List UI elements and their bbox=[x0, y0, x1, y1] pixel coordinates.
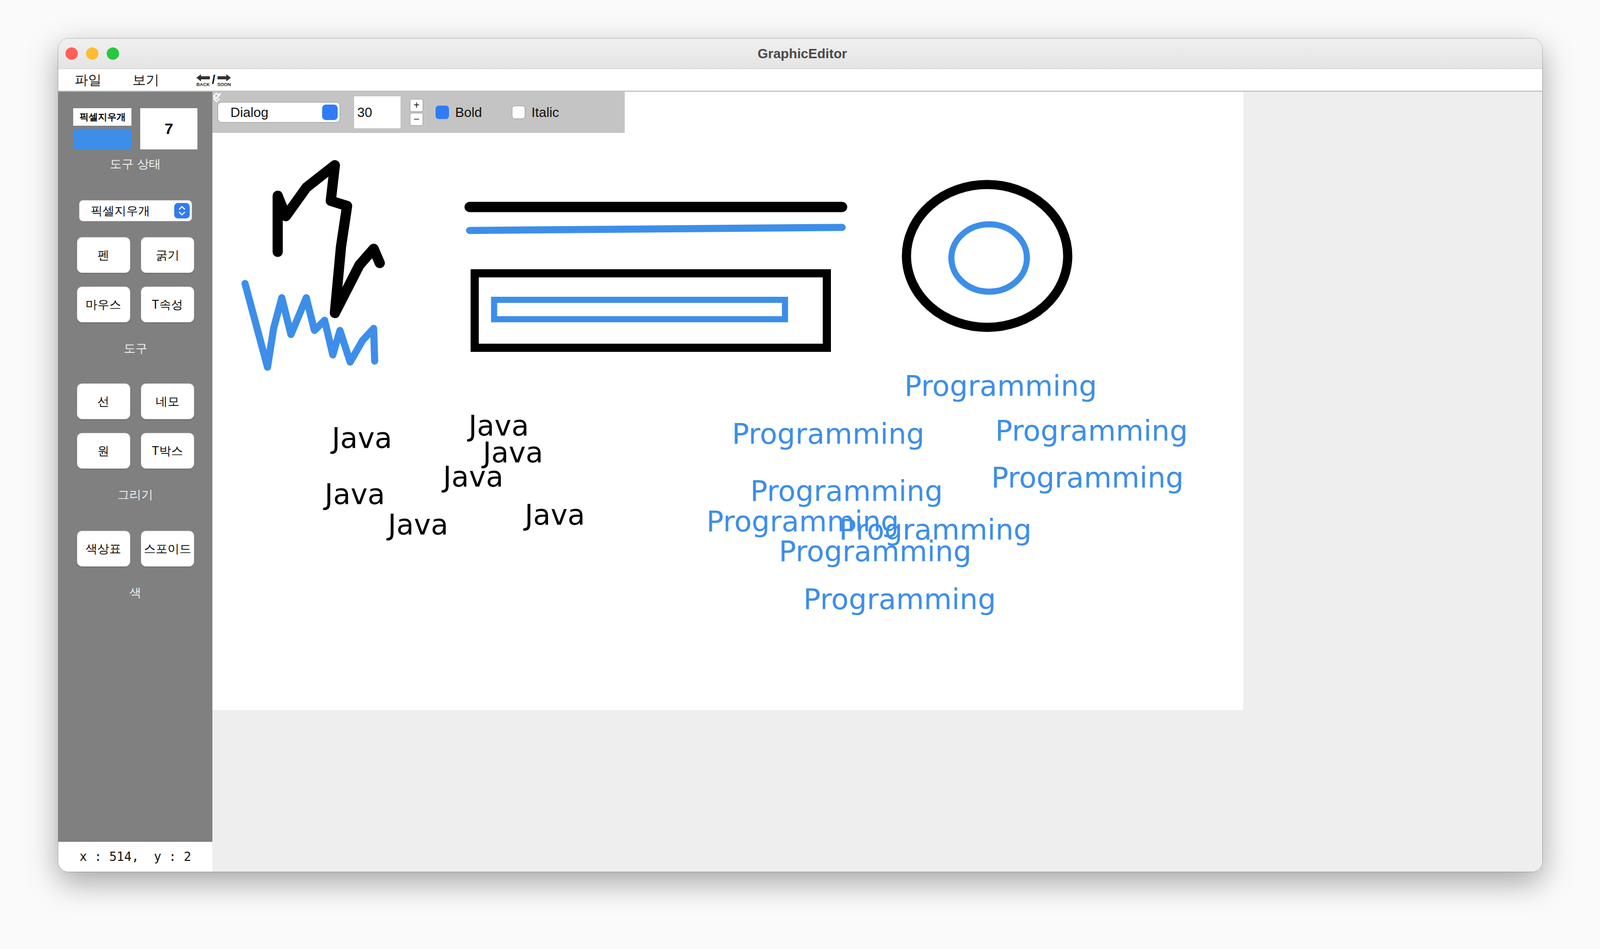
drawing-canvas[interactable]: JavaJavaJavaJavaJavaJavaJavaProgrammingP… bbox=[212, 91, 1244, 711]
chevron-icon bbox=[322, 104, 338, 121]
canvas-text[interactable]: Java bbox=[323, 477, 386, 511]
menu-bar: 파일 보기 BACK/SOON bbox=[58, 69, 1543, 92]
history-buttons[interactable]: BACK/SOON bbox=[195, 72, 232, 88]
rect-shape[interactable] bbox=[494, 300, 786, 320]
group-label: 그리기 bbox=[117, 487, 154, 503]
current-tool-name: 픽셀지우개 bbox=[73, 108, 132, 126]
tool-status: 픽셀지우개 7 bbox=[73, 108, 198, 150]
canvas-area: JavaJavaJavaJavaJavaJavaJavaProgrammingP… bbox=[212, 91, 1543, 873]
forward-label: SOON bbox=[217, 82, 231, 88]
increase-button[interactable]: + bbox=[409, 98, 424, 112]
check-icon bbox=[212, 91, 222, 102]
decrease-button[interactable]: − bbox=[409, 112, 424, 126]
app-window: GraphicEditor 파일보기BACK/SOON 픽셀지우개7도구 상태픽… bbox=[58, 38, 1543, 873]
bold-checkbox[interactable]: Bold bbox=[435, 104, 482, 121]
drawing-layer[interactable]: JavaJavaJavaJavaJavaJavaJavaProgrammingP… bbox=[212, 91, 1244, 711]
status-bar: x : 514, y : 2 bbox=[58, 842, 213, 873]
menu-item[interactable]: 보기 bbox=[132, 71, 160, 90]
canvas-text[interactable]: Programming bbox=[995, 414, 1189, 448]
minimize-button[interactable] bbox=[86, 47, 99, 60]
tool-button[interactable]: 원 bbox=[76, 432, 131, 470]
canvas-text[interactable]: Programming bbox=[803, 582, 997, 616]
zoom-button[interactable] bbox=[106, 47, 120, 60]
canvas-text[interactable]: Programming bbox=[904, 369, 1098, 403]
canvas-text[interactable]: Programming bbox=[731, 417, 925, 451]
canvas-text[interactable]: Programming bbox=[991, 461, 1185, 495]
canvas-text[interactable]: Java bbox=[523, 498, 586, 532]
title-bar: GraphicEditor bbox=[58, 38, 1543, 70]
menu-item[interactable]: 파일 bbox=[74, 71, 102, 90]
tool-dropdown[interactable]: 픽셀지우개 bbox=[78, 200, 193, 222]
tool-dropdown-value: 픽셀지우개 bbox=[90, 203, 150, 220]
button-group: 선네모원T박스 bbox=[76, 383, 195, 470]
forward-arrow-icon[interactable] bbox=[216, 73, 232, 83]
font-toolbar: Dialog 30 +− Bold Italic bbox=[212, 91, 625, 133]
checkbox-box[interactable] bbox=[511, 105, 526, 120]
tool-button[interactable]: 색상표 bbox=[76, 530, 131, 568]
window-title: GraphicEditor bbox=[119, 45, 1486, 62]
ellipse-shape[interactable] bbox=[951, 224, 1028, 292]
canvas-text[interactable]: Java bbox=[330, 421, 393, 455]
rect-shape[interactable] bbox=[474, 273, 827, 348]
line-shape[interactable] bbox=[469, 202, 843, 213]
tool-button[interactable]: T속성 bbox=[140, 286, 195, 323]
font-size-field[interactable]: 30 bbox=[354, 96, 401, 129]
current-thickness: 7 bbox=[140, 108, 198, 150]
tool-button[interactable]: 선 bbox=[76, 383, 131, 420]
tool-button[interactable]: 네모 bbox=[140, 383, 195, 420]
group-label: 도구 bbox=[123, 341, 148, 356]
chevron-icon bbox=[174, 203, 190, 219]
checkbox-box[interactable] bbox=[435, 105, 449, 120]
button-group: 색상표스포이드 bbox=[76, 530, 195, 568]
canvas-text[interactable]: Java bbox=[386, 508, 449, 542]
back-arrow-icon[interactable] bbox=[195, 73, 211, 83]
canvas-text[interactable]: Programming bbox=[778, 535, 972, 569]
tool-button[interactable]: T박스 bbox=[140, 432, 195, 470]
line-shape[interactable] bbox=[469, 227, 843, 231]
font-size-spinner[interactable]: +− bbox=[409, 98, 424, 126]
italic-checkbox[interactable]: Italic bbox=[511, 104, 559, 121]
freehand-shape[interactable] bbox=[244, 283, 375, 368]
back-label: BACK bbox=[196, 82, 210, 88]
checkbox-label: Bold bbox=[455, 104, 482, 121]
panel-label: 도구 상태 bbox=[109, 156, 161, 172]
current-tool: 픽셀지우개 bbox=[73, 108, 132, 150]
tool-panel: 픽셀지우개7도구 상태픽셀지우개펜굵기마우스T속성도구선네모원T박스그리기색상표… bbox=[58, 91, 213, 843]
tool-button[interactable]: 마우스 bbox=[76, 286, 131, 323]
font-dropdown[interactable]: Dialog bbox=[217, 102, 341, 123]
checkbox-label: Italic bbox=[531, 104, 559, 121]
font-name: Dialog bbox=[230, 104, 269, 121]
tool-button[interactable]: 스포이드 bbox=[140, 530, 195, 568]
tool-button[interactable]: 펜 bbox=[76, 237, 131, 274]
history-separator: / bbox=[211, 72, 216, 88]
freehand-shape[interactable] bbox=[277, 165, 380, 314]
close-button[interactable] bbox=[65, 47, 78, 60]
button-group: 펜굵기마우스T속성 bbox=[76, 237, 195, 323]
back-button[interactable]: BACK bbox=[195, 73, 211, 88]
tool-button[interactable]: 굵기 bbox=[140, 237, 195, 274]
canvas-text[interactable]: Java bbox=[441, 460, 504, 494]
forward-button[interactable]: SOON bbox=[216, 73, 232, 88]
ellipse-shape[interactable] bbox=[906, 184, 1069, 328]
canvas-text[interactable]: Programming bbox=[750, 474, 944, 508]
current-color-swatch bbox=[73, 128, 132, 150]
group-label: 색 bbox=[129, 585, 142, 600]
